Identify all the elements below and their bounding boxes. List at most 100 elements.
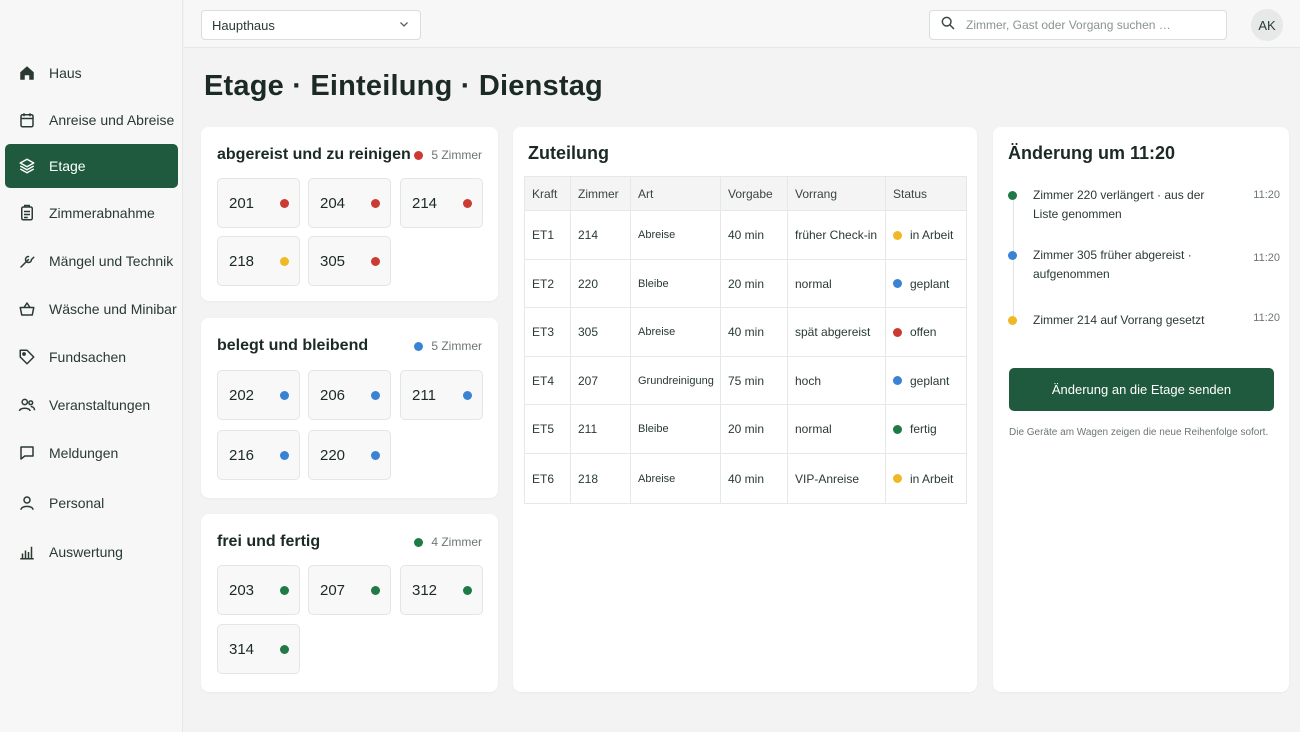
- room-number: 218: [229, 252, 255, 270]
- status-label: geplant: [910, 373, 950, 388]
- building-select[interactable]: Haupthaus: [201, 10, 421, 40]
- sidebar-item-veranstaltungen[interactable]: Veranstaltungen: [5, 383, 178, 427]
- table-row[interactable]: ET3 305 Abreise 40 min spät abgereist of…: [524, 307, 967, 357]
- room-number: 305: [320, 252, 346, 270]
- sidebar-item-zimmerabnahme[interactable]: Zimmerabnahme: [5, 191, 178, 235]
- sidebar-item-label: Fundsachen: [49, 349, 127, 365]
- table-row[interactable]: ET4 207 Grundreinigung 75 min hoch gepla…: [524, 356, 967, 405]
- cell-zimmer: 214: [570, 210, 631, 260]
- cell-kraft: ET4: [524, 356, 571, 405]
- change-text: Zimmer 305 früher abgereist · aufgenomme…: [1033, 248, 1192, 281]
- room-tile[interactable]: 202: [217, 370, 300, 420]
- cell-status: in Arbeit: [885, 210, 967, 260]
- change-time: 11:20: [1253, 189, 1280, 201]
- calendar-icon: [18, 111, 36, 129]
- column-header[interactable]: Art: [630, 176, 721, 211]
- column-header[interactable]: Status: [885, 176, 967, 211]
- room-number: 207: [320, 581, 346, 599]
- cell-vorgabe: 20 min: [720, 404, 788, 454]
- room-tile[interactable]: 314: [217, 624, 300, 674]
- avatar[interactable]: AK: [1251, 9, 1283, 41]
- change-item: Zimmer 305 früher abgereist · aufgenomme…: [1008, 246, 1280, 286]
- room-tile[interactable]: 218: [217, 236, 300, 286]
- assignment-card: Zuteilung Kraft Zimmer Art Vorgabe Vorra…: [513, 127, 977, 692]
- room-number: 204: [320, 194, 346, 212]
- table-header-row: Kraft Zimmer Art Vorgabe Vorrang Status: [524, 176, 967, 211]
- sidebar-item-anreise-abreise[interactable]: Anreise und Abreise: [5, 98, 178, 142]
- sidebar-item-label: Auswertung: [49, 544, 123, 560]
- room-tile[interactable]: 220: [308, 430, 391, 480]
- room-tile[interactable]: 312: [400, 565, 483, 615]
- cell-status: in Arbeit: [885, 453, 967, 504]
- status-dot: [893, 376, 902, 385]
- wrench-icon: [18, 252, 36, 270]
- room-tile[interactable]: 204: [308, 178, 391, 228]
- group-card-belegt: belegt und bleibend 5 Zimmer 202 206 211…: [201, 318, 498, 498]
- room-tile[interactable]: 216: [217, 430, 300, 480]
- status-dot: [414, 150, 424, 160]
- change-time: 11:20: [1253, 252, 1280, 264]
- cell-art: Grundreinigung: [630, 356, 721, 405]
- cell-status: geplant: [885, 356, 967, 405]
- status-dot: [371, 585, 380, 595]
- sidebar-item-label: Mängel und Technik: [49, 253, 174, 269]
- column-header[interactable]: Vorrang: [787, 176, 886, 211]
- table-row[interactable]: ET6 218 Abreise 40 min VIP-Anreise in Ar…: [524, 453, 967, 504]
- bar-chart-icon: [18, 543, 36, 561]
- column-header[interactable]: Zimmer: [570, 176, 631, 211]
- status-dot: [1008, 191, 1017, 200]
- room-tile[interactable]: 214: [400, 178, 483, 228]
- room-tile[interactable]: 305: [308, 236, 391, 286]
- room-number: 220: [320, 446, 346, 464]
- room-tile[interactable]: 206: [308, 370, 391, 420]
- assignment-title: Zuteilung: [528, 143, 609, 163]
- status-label: fertig: [910, 422, 937, 436]
- cell-art: Bleibe: [630, 404, 721, 454]
- status-dot: [893, 474, 902, 483]
- table-row[interactable]: ET2 220 Bleibe 20 min normal geplant: [524, 259, 967, 308]
- sidebar-item-label: Haus: [49, 65, 82, 81]
- sidebar-item-label: Veranstaltungen: [49, 397, 151, 413]
- sidebar-item-label: Anreise und Abreise: [49, 112, 175, 128]
- status-dot: [280, 585, 289, 595]
- search-input[interactable]: [966, 18, 1216, 32]
- column-header[interactable]: Vorgabe: [720, 176, 788, 211]
- sidebar-item-label: Zimmerabnahme: [49, 205, 155, 221]
- status-dot: [1008, 316, 1017, 325]
- room-tile[interactable]: 211: [400, 370, 483, 420]
- send-change-button[interactable]: Änderung an die Etage senden: [1009, 368, 1274, 411]
- message-icon: [18, 444, 36, 462]
- cell-vorrang: spät abgereist: [787, 307, 886, 357]
- search-icon: [940, 15, 956, 36]
- sidebar-item-meldungen[interactable]: Meldungen: [5, 431, 178, 475]
- cell-zimmer: 207: [570, 356, 631, 405]
- group-count-label: 4 Zimmer: [431, 535, 482, 549]
- room-tile[interactable]: 203: [217, 565, 300, 615]
- room-number: 216: [229, 446, 255, 464]
- search-box[interactable]: [929, 10, 1227, 40]
- sidebar-item-maengel-technik[interactable]: Mängel und Technik: [5, 239, 178, 283]
- room-number: 211: [412, 386, 436, 404]
- sidebar-item-personal[interactable]: Personal: [5, 481, 178, 525]
- sidebar-item-haus[interactable]: Haus: [5, 51, 178, 95]
- table-row[interactable]: ET5 211 Bleibe 20 min normal fertig: [524, 404, 967, 454]
- home-icon: [18, 64, 36, 82]
- column-header[interactable]: Kraft: [524, 176, 571, 211]
- room-tile[interactable]: 201: [217, 178, 300, 228]
- sidebar-item-auswertung[interactable]: Auswertung: [5, 530, 178, 574]
- tag-icon: [18, 348, 36, 366]
- room-tile[interactable]: 207: [308, 565, 391, 615]
- table-row[interactable]: ET1 214 Abreise 40 min früher Check-in i…: [524, 210, 967, 260]
- cell-kraft: ET5: [524, 404, 571, 454]
- cell-art: Abreise: [630, 210, 721, 260]
- sidebar-item-etage[interactable]: Etage: [5, 144, 178, 188]
- change-text: Zimmer 214 auf Vorrang gesetzt: [1033, 313, 1205, 327]
- room-number: 206: [320, 386, 346, 404]
- cell-vorgabe: 40 min: [720, 210, 788, 260]
- status-label: offen: [910, 325, 937, 339]
- status-dot: [414, 341, 424, 351]
- sidebar: Haus Anreise und Abreise Etage Zimmerabn…: [0, 0, 183, 732]
- sidebar-item-waesche-minibar[interactable]: Wäsche und Minibar: [5, 287, 178, 331]
- sidebar-item-fundsachen[interactable]: Fundsachen: [5, 335, 178, 379]
- room-number: 214: [412, 194, 438, 212]
